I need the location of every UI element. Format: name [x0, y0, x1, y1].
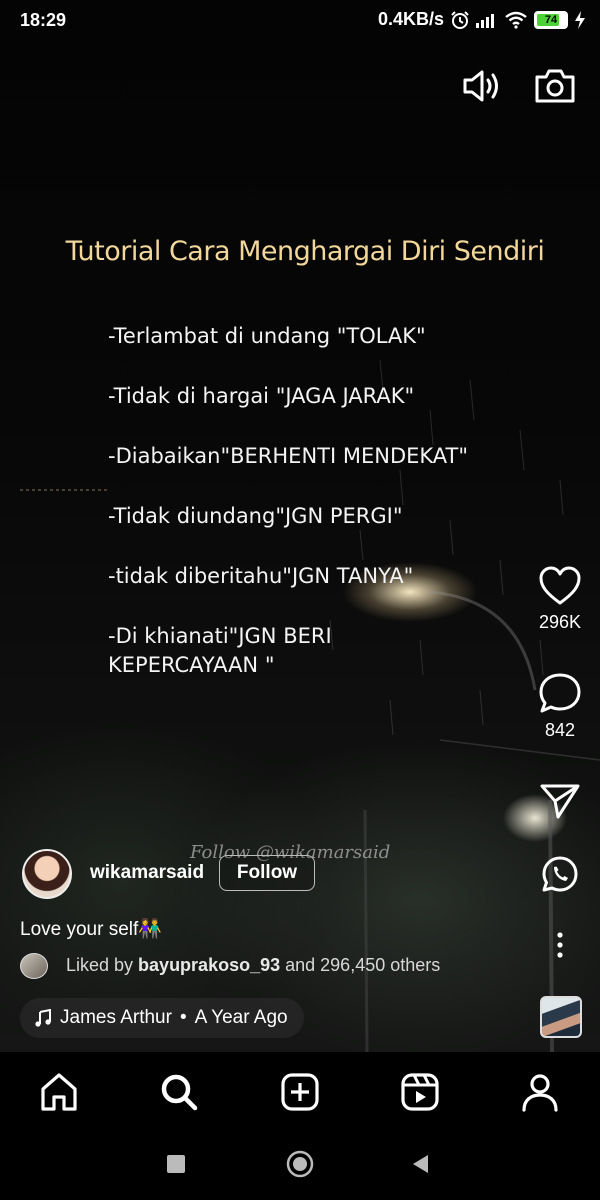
- list-item: -tidak diberitahu"JGN TANYA": [108, 564, 414, 588]
- share-button[interactable]: [530, 782, 590, 820]
- music-separator: •: [179, 1007, 187, 1028]
- wifi-icon: [505, 11, 527, 29]
- post-list: -Terlambat di undang "TOLAK" -Tidak di h…: [108, 322, 488, 711]
- battery-icon: 74: [534, 10, 568, 29]
- list-item: -Di khianati"JGN BERI KEPERCAYAAN ": [108, 624, 332, 677]
- network-speed: 0.4KB/s: [377, 9, 444, 29]
- liked-by-suffix: and 296,450 others: [280, 955, 441, 975]
- back-icon[interactable]: [410, 1153, 432, 1175]
- status-time: 18:29: [20, 10, 67, 30]
- list-item: -Tidak diundang"JGN PERGI": [108, 504, 403, 528]
- heart-icon: [539, 566, 581, 605]
- battery-level: 74: [544, 13, 558, 26]
- system-nav-bar: [0, 1132, 600, 1200]
- comment-button[interactable]: 842: [530, 672, 590, 741]
- more-vertical-icon: [557, 932, 563, 958]
- status-bar: 18:29 0.4KB/s 74: [0, 0, 600, 44]
- camera-icon[interactable]: [533, 64, 577, 108]
- bottom-nav: [0, 1052, 600, 1132]
- like-button[interactable]: 296K: [530, 566, 590, 633]
- charging-icon: [575, 10, 585, 29]
- more-options-button[interactable]: [530, 930, 590, 960]
- home-circle-icon[interactable]: [286, 1150, 314, 1178]
- home-icon[interactable]: [37, 1070, 81, 1114]
- list-item: -Diabaikan"BERHENTI MENDEKAT": [108, 444, 469, 468]
- search-icon[interactable]: [157, 1070, 201, 1114]
- follow-button[interactable]: Follow: [219, 855, 315, 891]
- whatsapp-icon: [542, 856, 578, 892]
- post-time: A Year Ago: [194, 1007, 288, 1028]
- author-avatar[interactable]: [22, 849, 72, 899]
- audio-thumbnail[interactable]: [540, 996, 582, 1038]
- reels-icon[interactable]: [398, 1070, 442, 1114]
- signal-icon: [476, 13, 494, 28]
- recents-icon[interactable]: [166, 1154, 186, 1174]
- author-username[interactable]: wikamarsaid: [90, 862, 204, 884]
- post-caption[interactable]: Love your self👫: [20, 917, 162, 941]
- list-item: -Tidak di hargai "JAGA JARAK": [108, 384, 415, 408]
- like-count: 296K: [538, 612, 582, 632]
- comment-count: 842: [544, 720, 576, 740]
- alarm-icon: [451, 10, 469, 29]
- sound-icon[interactable]: [459, 64, 503, 108]
- status-icons: 0.4KB/s 74: [378, 9, 586, 30]
- music-artist: James Arthur: [60, 1007, 172, 1028]
- music-note-icon: [35, 1009, 51, 1027]
- liked-by-text[interactable]: Liked by bayuprakoso_93 and 296,450 othe…: [66, 955, 440, 976]
- whatsapp-share-button[interactable]: [530, 854, 590, 894]
- liked-by-avatar: [20, 953, 48, 979]
- list-item: -Terlambat di undang "TOLAK": [108, 324, 426, 348]
- liked-by-user[interactable]: bayuprakoso_93: [138, 955, 280, 975]
- liked-by-prefix: Liked by: [66, 955, 139, 975]
- comment-icon: [539, 673, 581, 713]
- music-info[interactable]: James Arthur • A Year Ago: [20, 998, 304, 1038]
- profile-icon[interactable]: [518, 1070, 562, 1114]
- create-icon[interactable]: [278, 1070, 322, 1114]
- send-icon: [540, 784, 580, 819]
- post-title: Tutorial Cara Menghargai Diri Sendiri: [65, 236, 545, 267]
